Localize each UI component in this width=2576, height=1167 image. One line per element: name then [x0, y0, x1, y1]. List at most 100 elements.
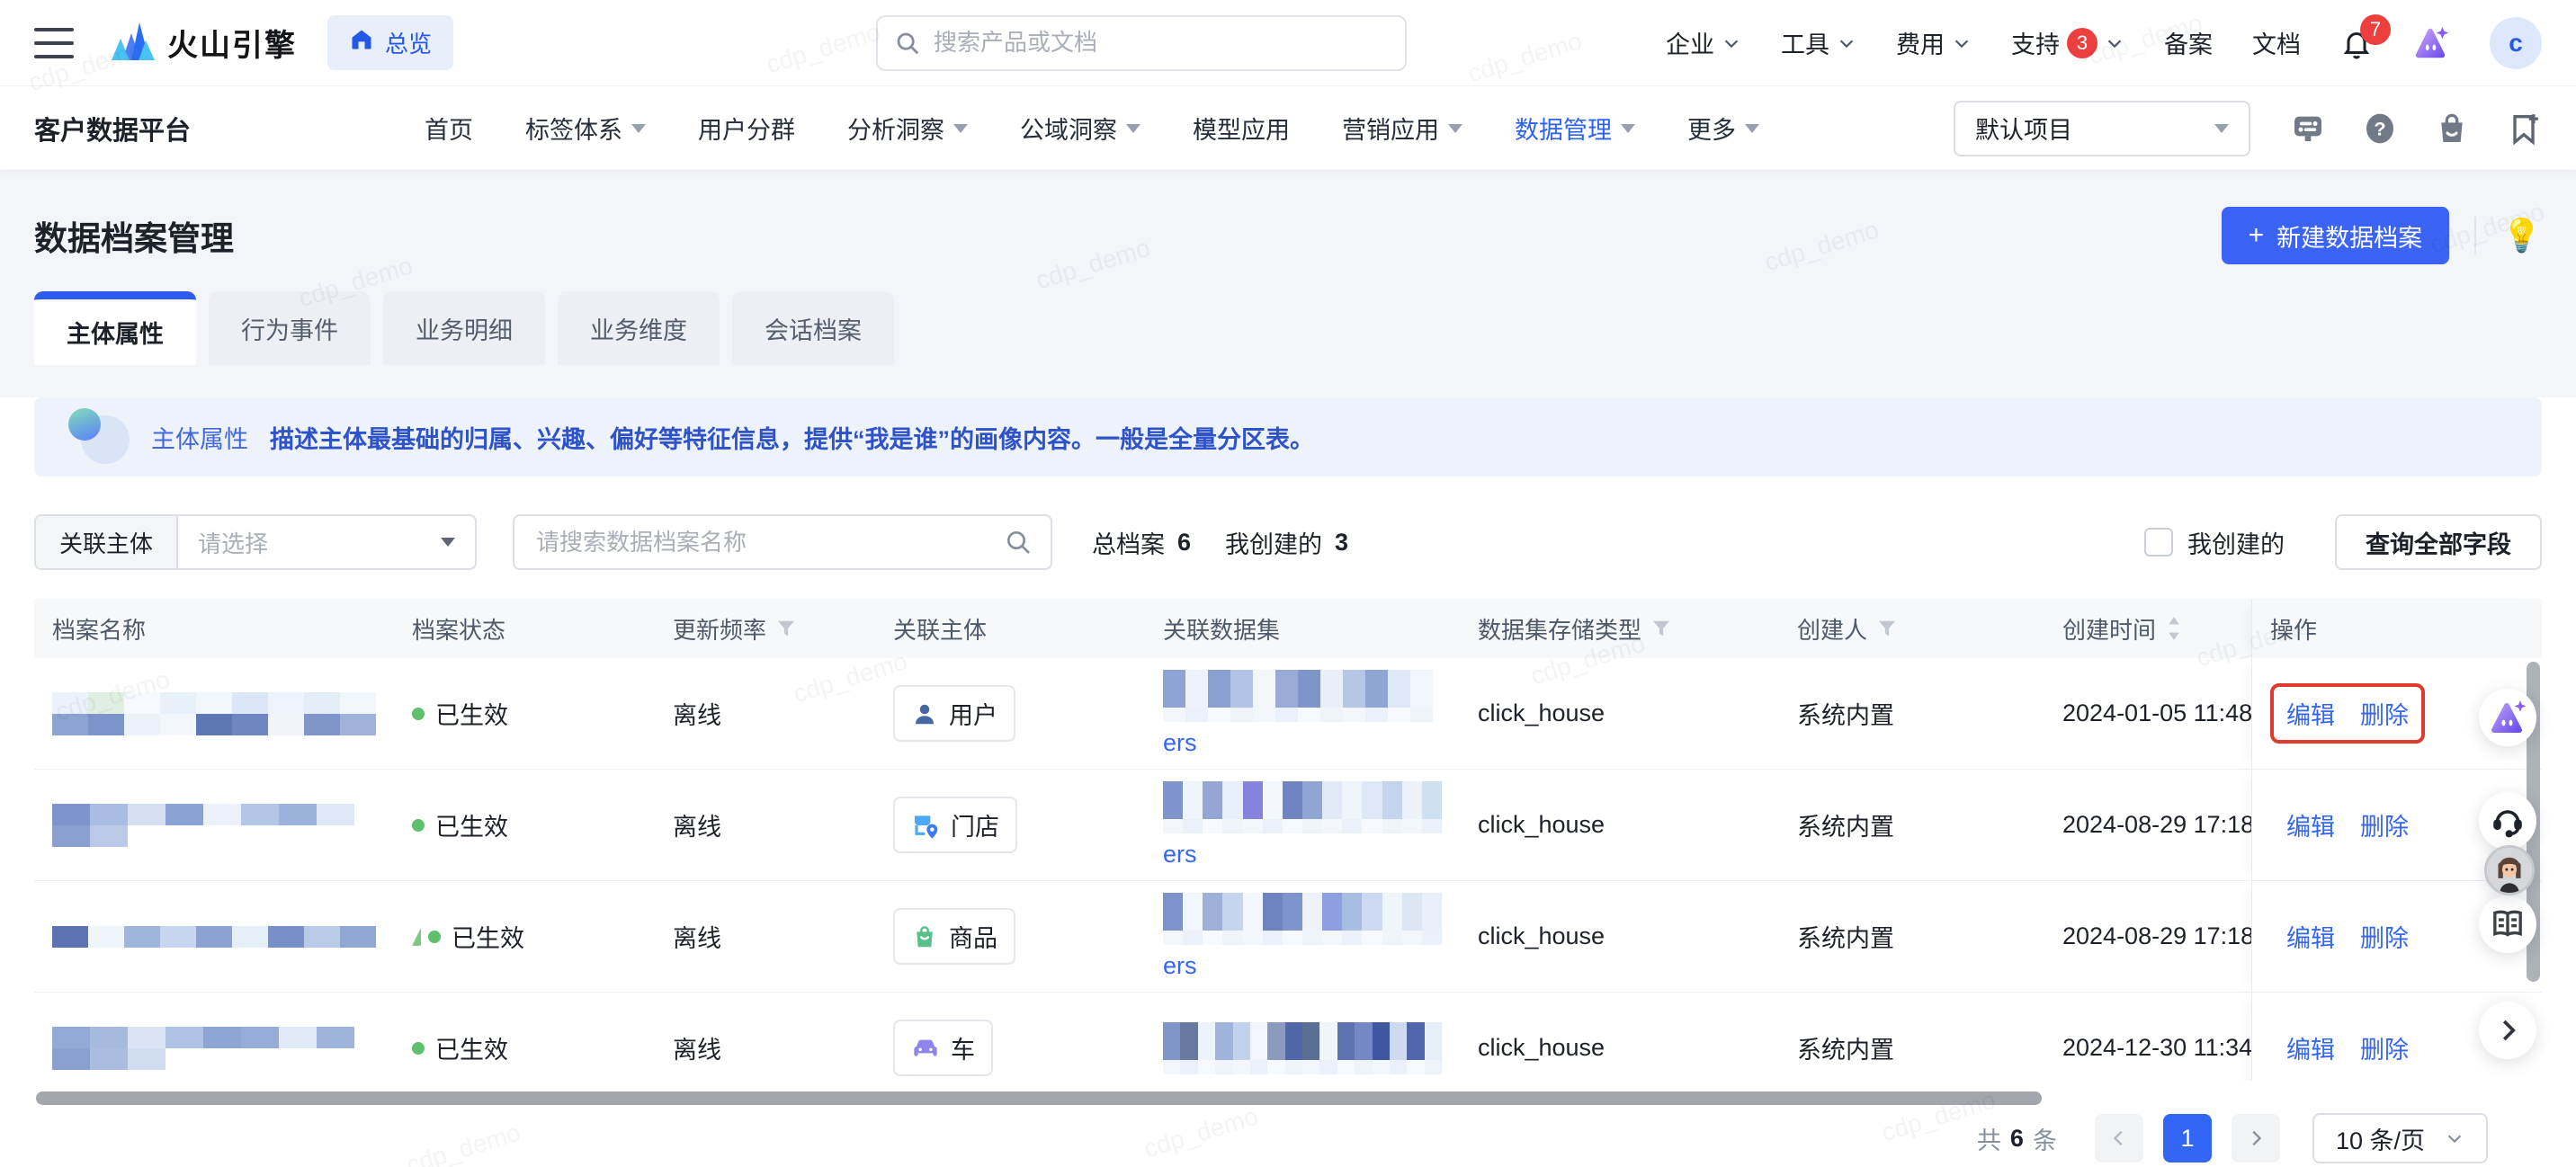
- delete-link[interactable]: 删除: [2360, 696, 2409, 731]
- ai-assistant-nav-icon[interactable]: [2412, 24, 2450, 62]
- status-badge: 已生效: [412, 696, 637, 731]
- blurred-pixels: [1163, 670, 1442, 708]
- archive-search-input[interactable]: [513, 514, 1052, 570]
- volcengine-logo-icon: [110, 19, 157, 67]
- filter-icon[interactable]: [1650, 618, 1672, 639]
- horizontal-scrollbar[interactable]: [36, 1091, 2042, 1105]
- help-icon[interactable]: ?: [2362, 111, 2398, 147]
- docs-book-button[interactable]: [2479, 895, 2536, 953]
- edit-link[interactable]: 编辑: [2286, 1030, 2335, 1065]
- blurred-pixels: [52, 804, 376, 825]
- user-icon: [911, 700, 938, 727]
- home-icon: [349, 27, 374, 58]
- cell-related-subject: 用户: [875, 685, 1145, 742]
- filter-icon[interactable]: [1876, 618, 1898, 639]
- notification-badge: 7: [2360, 14, 2391, 45]
- bookmark-add-icon[interactable]: [2506, 111, 2542, 147]
- top-menu-billing[interactable]: 费用: [1896, 25, 1972, 60]
- subnav-item-data-management[interactable]: 数据管理: [1515, 111, 1635, 146]
- sort-icon[interactable]: [2165, 615, 2183, 642]
- created-by-me-checkbox[interactable]: [2144, 528, 2173, 557]
- search-icon[interactable]: [1004, 528, 1033, 561]
- leaf-icon: [412, 928, 421, 946]
- hamburger-menu-icon[interactable]: [34, 28, 74, 58]
- status-label: 已生效: [435, 807, 508, 842]
- notification-bell-icon[interactable]: 7: [2340, 27, 2373, 59]
- create-archive-button[interactable]: + 新建数据档案: [2222, 207, 2450, 264]
- dataset-link[interactable]: ers: [1163, 841, 1442, 869]
- delete-link[interactable]: 删除: [2360, 1030, 2409, 1065]
- subject-filter-select[interactable]: 请选择: [178, 516, 475, 568]
- tab-business-dimension[interactable]: 业务维度: [558, 291, 720, 365]
- prev-page-button[interactable]: [2095, 1114, 2143, 1163]
- search-input[interactable]: [876, 15, 1407, 71]
- top-menu-label: 工具: [1781, 25, 1829, 60]
- cell-storage-type: click_house: [1460, 1034, 1779, 1062]
- query-all-fields-button[interactable]: 查询全部字段: [2335, 514, 2542, 570]
- page-size-select[interactable]: 10 条/页: [2312, 1113, 2488, 1163]
- action-links: 编辑删除: [2270, 795, 2425, 855]
- tab-behavior-event[interactable]: 行为事件: [209, 291, 371, 365]
- project-select[interactable]: 默认项目: [1954, 101, 2250, 156]
- top-menu-label: 文档: [2252, 25, 2301, 60]
- caret-down-icon: [2214, 124, 2229, 133]
- caret-down-icon: [441, 538, 455, 547]
- dataset-link[interactable]: ers: [1163, 729, 1442, 757]
- top-menu-filing[interactable]: 备案: [2164, 25, 2213, 60]
- cell-update-frequency: 离线: [655, 807, 875, 842]
- status-dot-icon: [412, 819, 425, 832]
- edit-link[interactable]: 编辑: [2286, 919, 2335, 954]
- lightbulb-icon[interactable]: 💡: [2501, 217, 2542, 254]
- filter-icon[interactable]: [775, 618, 797, 639]
- subnav-item-marketing-app[interactable]: 营销应用: [1342, 111, 1462, 146]
- user-avatar[interactable]: c: [2490, 17, 2542, 69]
- table-row: 已生效离线车click_house系统内置2024-12-30 11:34:2编…: [34, 993, 2542, 1081]
- subnav-item-label: 营销应用: [1342, 111, 1439, 146]
- expand-chevron-button[interactable]: [2479, 1002, 2536, 1059]
- overview-button[interactable]: 总览: [327, 15, 453, 70]
- subnav-item-home[interactable]: 首页: [425, 111, 473, 146]
- shop-bag-icon[interactable]: [2434, 111, 2470, 147]
- top-menu-enterprise[interactable]: 企业: [1666, 25, 1741, 60]
- subnav-item-more[interactable]: 更多: [1687, 111, 1759, 146]
- subnav-item-user-segment[interactable]: 用户分群: [698, 111, 795, 146]
- dataset-link[interactable]: ers: [1163, 952, 1442, 980]
- delete-link[interactable]: 删除: [2360, 807, 2409, 842]
- subnav-item-model-app[interactable]: 模型应用: [1193, 111, 1290, 146]
- ai-assistant-button[interactable]: [2479, 689, 2536, 746]
- page-number-1[interactable]: 1: [2163, 1114, 2212, 1163]
- column-header: 操作: [2251, 599, 2541, 658]
- subnav-right: 默认项目 ?: [1954, 101, 2542, 156]
- blurred-pixels: [52, 926, 376, 948]
- tab-subject-attribute[interactable]: 主体属性: [34, 291, 196, 365]
- delete-link[interactable]: 删除: [2360, 919, 2409, 954]
- subnav-item-tag-system[interactable]: 标签体系: [525, 111, 646, 146]
- product-navbar: 客户数据平台 首页标签体系用户分群分析洞察公域洞察模型应用营销应用数据管理更多 …: [0, 86, 2576, 171]
- edit-link[interactable]: 编辑: [2286, 696, 2335, 731]
- top-menu-support[interactable]: 支持3: [2011, 25, 2124, 60]
- column-header: 创建人: [1779, 612, 2044, 646]
- table-row: 已生效离线用户ersclick_house系统内置2024-01-05 11:4…: [34, 658, 2542, 770]
- volcengine-logo[interactable]: 火山引擎: [110, 19, 297, 67]
- subnav-item-analysis-insight[interactable]: 分析洞察: [847, 111, 968, 146]
- top-menu-tools[interactable]: 工具: [1781, 25, 1856, 60]
- cell-archive-name: [34, 804, 394, 847]
- archive-type-tabs: 主体属性行为事件业务明细业务维度会话档案: [0, 264, 2576, 365]
- column-header: 关联数据集: [1145, 612, 1460, 646]
- cell-created-time: 2024-12-30 11:34:2: [2044, 1034, 2251, 1062]
- blurred-pixels: [1163, 1060, 1442, 1074]
- tab-session-archive[interactable]: 会话档案: [732, 291, 894, 365]
- top-menu-docs[interactable]: 文档: [2252, 25, 2301, 60]
- divider: [2474, 217, 2476, 254]
- edit-link[interactable]: 编辑: [2286, 807, 2335, 842]
- next-page-button[interactable]: [2232, 1114, 2280, 1163]
- customer-service-button[interactable]: [2479, 792, 2536, 850]
- blurred-pixels: [52, 825, 376, 847]
- table-header: 档案名称档案状态更新频率关联主体关联数据集数据集存储类型创建人创建时间操作: [34, 599, 2542, 658]
- svg-text:?: ?: [2374, 117, 2385, 139]
- subnav-item-public-insight[interactable]: 公域洞察: [1020, 111, 1140, 146]
- page-title: 数据档案管理: [34, 211, 234, 260]
- console-board-icon[interactable]: [2290, 111, 2326, 147]
- tab-business-detail[interactable]: 业务明细: [383, 291, 545, 365]
- assistant-avatar[interactable]: [2484, 845, 2535, 895]
